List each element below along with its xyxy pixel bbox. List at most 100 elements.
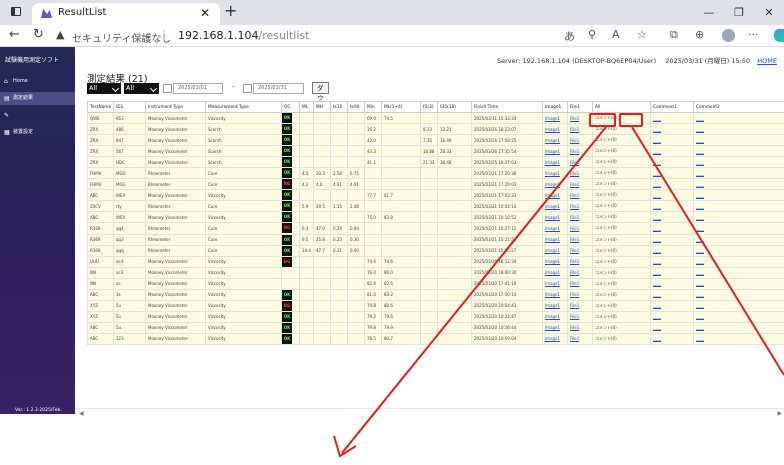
image-link[interactable]: Image1 — [545, 325, 560, 330]
profile-icon[interactable] — [722, 29, 735, 42]
column-header[interactable]: t35(18) — [437, 101, 472, 113]
table-row[interactable]: FHMV MGG Rheometer Cure OK 4.5 20.3 2.58 6.75 202… — [87, 167, 784, 180]
file-link[interactable]: File1 — [570, 204, 579, 209]
comment-link[interactable]: ____ — [653, 226, 661, 231]
file-link[interactable]: File1 — [570, 259, 579, 264]
column-header[interactable]: File1 — [567, 101, 593, 113]
table-row[interactable]: NN ac Mooney Viscometer Viscosity 82.4 82.6 20… — [87, 277, 784, 290]
table-row[interactable]: ABC 123 Mooney Viscometer Viscosity OK 78.5 80… — [87, 332, 784, 345]
column-header[interactable]: Image1 — [542, 101, 568, 113]
image-link[interactable]: Image1 — [545, 270, 560, 275]
comment-link[interactable]: ____ — [653, 116, 661, 121]
table-row[interactable]: XYZ 5u Mooney Viscometer Viscosity NG 74.8 80.… — [87, 299, 784, 312]
comment-link[interactable]: ____ — [653, 215, 661, 220]
image-link[interactable]: Image1 — [545, 281, 560, 286]
filter-select-2[interactable]: All — [124, 83, 159, 94]
file-link[interactable]: File1 — [570, 193, 579, 198]
date-from-input[interactable]: 2025/03/01 — [173, 83, 223, 94]
image-link[interactable]: Image1 — [545, 237, 560, 242]
comment-link[interactable]: ____ — [696, 116, 704, 121]
file-link[interactable]: File1 — [570, 215, 579, 220]
table-row[interactable]: UUU ac4 Mooney Viscometer Viscosity NG 74.6 74… — [87, 255, 784, 268]
column-header[interactable]: tc90 — [347, 101, 365, 113]
image-link[interactable]: Image1 — [545, 160, 560, 165]
comment-link[interactable]: ____ — [696, 182, 704, 187]
column-header[interactable]: t5(3) — [420, 101, 438, 113]
file-link[interactable]: File1 — [570, 138, 579, 143]
table-row[interactable]: ABC 5u Mooney Viscometer Viscosity OK 79.8 79.… — [87, 321, 784, 334]
address-url[interactable]: 192.168.1.104/resultlist — [178, 29, 309, 42]
comment-link[interactable]: ____ — [696, 237, 704, 242]
back-icon[interactable]: ← — [9, 27, 20, 42]
comment-link[interactable]: ____ — [696, 127, 704, 132]
favorite-icon[interactable]: ☆ — [637, 28, 647, 41]
close-tab-icon[interactable]: ✕ — [200, 3, 210, 23]
security-label[interactable]: セキュリティ保護なし — [72, 30, 171, 45]
scroll-left-icon[interactable]: ◀ — [79, 410, 84, 417]
column-header[interactable]: Comment1 — [650, 101, 694, 113]
table-row[interactable]: ABC WEX Mooney Viscometer Viscosity OK 77.7 81… — [87, 189, 784, 202]
comment-link[interactable]: ____ — [653, 281, 661, 286]
image-link[interactable]: Image1 — [545, 336, 560, 341]
comment-link[interactable]: ____ — [696, 281, 704, 286]
table-row[interactable]: QWE 953 Mooney Viscometer Viscosity OK 69.0 74… — [87, 111, 784, 125]
image-link[interactable]: Image1 — [545, 303, 560, 308]
comment-link[interactable]: ____ — [696, 303, 704, 308]
table-row[interactable]: R369 qq4 Rheometer Cure NG 6.4 47.0 0.24 0.94 202… — [87, 222, 784, 235]
table-row[interactable]: ZRX 486 Mooney Viscometer Scorch OK 35.2 8.23 1… — [87, 123, 784, 136]
file-link[interactable]: File1 — [570, 171, 579, 176]
comment-link[interactable]: ____ — [696, 292, 704, 297]
file-link[interactable]: File1 — [570, 270, 579, 275]
restore-icon[interactable]: ❐ — [724, 0, 754, 25]
image-link[interactable]: Image1 — [545, 149, 560, 154]
collections-icon[interactable]: ⧉ — [670, 28, 678, 42]
image-link[interactable]: Image1 — [545, 226, 560, 231]
comment-link[interactable]: ____ — [696, 248, 704, 253]
comment-link[interactable]: ____ — [653, 303, 661, 308]
more-icon[interactable]: ··· — [748, 28, 759, 41]
date-from-checkbox[interactable] — [163, 84, 172, 93]
comment-link[interactable]: ____ — [653, 270, 661, 275]
reload-icon[interactable]: ↻ — [33, 27, 44, 42]
comment-link[interactable]: ____ — [696, 314, 704, 319]
comment-link[interactable]: ____ — [653, 292, 661, 297]
sidebar-item-home[interactable]: ⌂ Home — [0, 75, 75, 88]
comment-link[interactable]: ____ — [696, 138, 704, 143]
table-row[interactable]: ZRX 567 Mooney Viscometer Scorch OK 43.3 18.88… — [87, 145, 784, 158]
comment-link[interactable]: ____ — [653, 314, 661, 319]
sync-icon[interactable]: ⊕ — [695, 28, 704, 41]
table-row[interactable]: ABC WEX Mooney Viscometer Viscosity OK 75.0 83… — [87, 211, 784, 224]
column-header[interactable]: ML — [299, 101, 314, 113]
warning-icon[interactable]: ▲ — [56, 28, 64, 41]
file-link[interactable]: File1 — [570, 314, 579, 319]
comment-link[interactable]: ____ — [653, 204, 661, 209]
column-header[interactable]: MH — [313, 101, 331, 113]
results-table-container[interactable]: TestName ID1 Instrument Type Measurement Ty… — [87, 101, 784, 388]
image-link[interactable]: Image1 — [545, 248, 560, 253]
tab-actions-icon[interactable] — [11, 7, 21, 16]
comment-link[interactable]: ____ — [653, 193, 661, 198]
scroll-right-icon[interactable]: ▶ — [777, 410, 782, 417]
image-link[interactable]: Image1 — [545, 171, 560, 176]
file-link[interactable]: File1 — [570, 160, 579, 165]
column-header[interactable]: Instrument Type — [145, 101, 206, 113]
table-row[interactable]: ZRX HDC Mooney Viscometer Scorch OK 41.1 21.33… — [87, 156, 784, 169]
sidebar-item-device-settings[interactable]: ▦ 装置設定 — [0, 126, 75, 139]
comment-link[interactable]: ____ — [696, 259, 704, 264]
file-link[interactable]: File1 — [570, 325, 579, 330]
comment-link[interactable]: ____ — [653, 182, 661, 187]
comment-link[interactable]: ____ — [696, 149, 704, 154]
table-row[interactable]: ABC 3s Mooney Viscometer Viscosity OK 81.0 83.… — [87, 288, 784, 301]
image-link[interactable]: Image1 — [545, 193, 560, 198]
column-header[interactable]: All — [592, 101, 651, 113]
horizontal-scrollbar[interactable]: ◀ ▶ — [75, 408, 784, 418]
image-link[interactable]: Image1 — [545, 292, 560, 297]
image-link[interactable]: Image1 — [545, 215, 560, 220]
comment-link[interactable]: ____ — [653, 127, 661, 132]
comment-link[interactable]: ____ — [696, 270, 704, 275]
comment-link[interactable]: ____ — [653, 138, 661, 143]
file-link[interactable]: File1 — [570, 116, 579, 121]
column-header[interactable]: ts10 — [330, 101, 348, 113]
table-row[interactable]: ZRX 847 Mooney Viscometer Scorch OK 42.0 7.35 1… — [87, 134, 784, 147]
comment-link[interactable]: ____ — [653, 325, 661, 330]
